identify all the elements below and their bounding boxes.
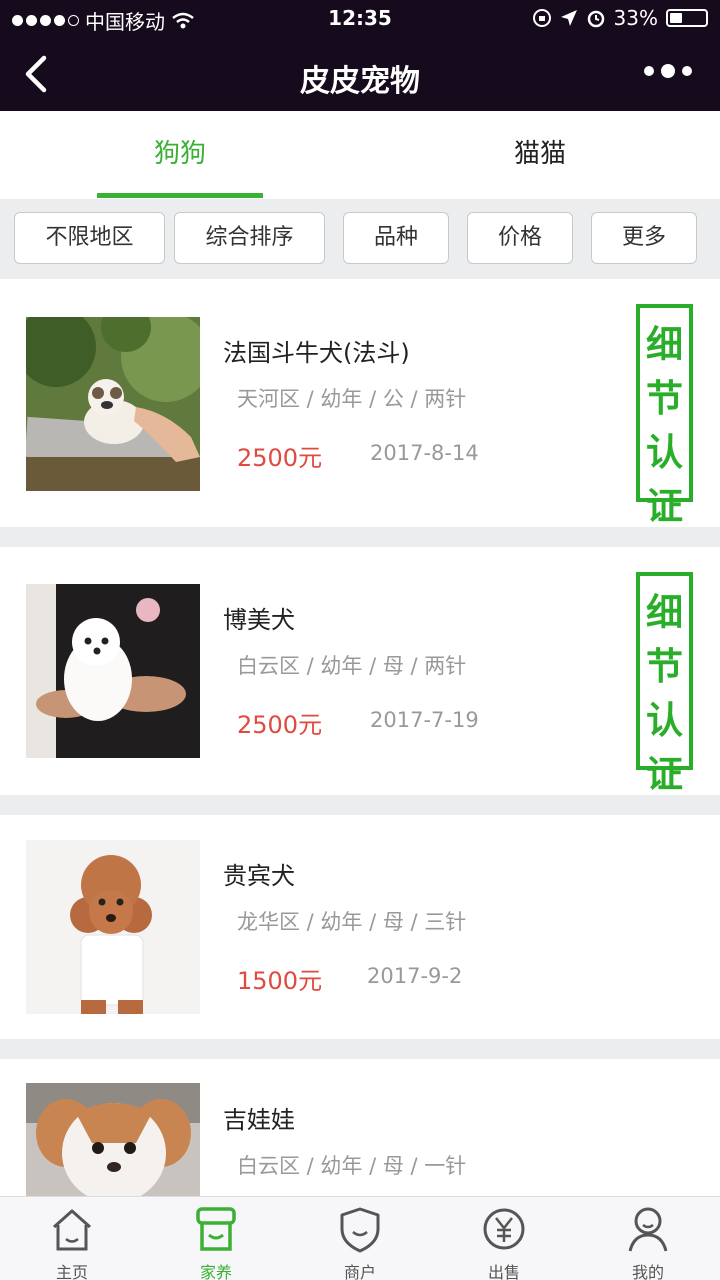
location-icon (560, 10, 577, 26)
pet-photo (26, 840, 200, 1014)
pet-meta: 天河区 / 幼年 / 公 / 两针 (237, 387, 467, 411)
pet-name: 贵宾犬 (223, 862, 295, 890)
post-date: 2017-9-2 (367, 964, 463, 988)
status-bar: 中国移动 12:35 33% (0, 0, 720, 36)
category-tabs: 狗狗 猫猫 (0, 111, 720, 199)
post-date: 2017-7-19 (370, 708, 479, 732)
pet-name: 博美犬 (223, 606, 295, 634)
bottom-tab-bar: 主页 家养 商户 出售 我的 (0, 1196, 720, 1280)
pet-photo (26, 317, 200, 491)
tabbar-label: 出售 (487, 1263, 520, 1280)
tabbar-item-sell[interactable]: 出售 (432, 1197, 576, 1280)
post-date: 2017-8-14 (370, 441, 479, 465)
tabbar-label: 商户 (343, 1263, 376, 1280)
battery-percent: 33% (613, 6, 658, 30)
tabbar-item-me[interactable]: 我的 (576, 1197, 720, 1280)
home-icon (53, 1209, 91, 1251)
badge-char: 证 (646, 485, 683, 528)
tab-dogs[interactable]: 狗狗 (0, 111, 360, 199)
tabbar-item-home[interactable]: 主页 (0, 1197, 144, 1280)
pet-photo (26, 1083, 200, 1196)
listing-card[interactable]: 吉娃娃 白云区 / 幼年 / 母 / 一针 (0, 1059, 720, 1196)
pet-price: 2500元 (237, 711, 323, 739)
rotation-lock-icon (532, 9, 551, 27)
filter-sort[interactable]: 综合排序 (174, 212, 325, 264)
filter-region[interactable]: 不限地区 (14, 212, 165, 264)
tabbar-label: 家养 (199, 1263, 232, 1280)
listing-card[interactable]: 法国斗牛犬(法斗) 天河区 / 幼年 / 公 / 两针 2500元 2017-8… (0, 279, 720, 528)
page-title: 皮皮宠物 (300, 64, 420, 99)
filter-bar: 不限地区 综合排序 品种 价格 更多 (0, 199, 720, 278)
badge-char: 细 (646, 323, 683, 366)
status-right: 33% (532, 6, 708, 30)
badge-char: 认 (646, 699, 683, 742)
yen-icon (483, 1208, 525, 1250)
tabbar-item-merchants[interactable]: 商户 (288, 1197, 432, 1280)
tabbar-label: 主页 (55, 1263, 88, 1280)
verified-badge: 细 节 认 证 (636, 304, 693, 528)
alarm-icon (587, 10, 604, 28)
filter-price[interactable]: 价格 (467, 212, 573, 264)
pet-photo (26, 584, 200, 758)
pet-name: 吉娃娃 (223, 1106, 295, 1134)
shield-icon (340, 1207, 380, 1253)
listing-card[interactable]: 博美犬 白云区 / 幼年 / 母 / 两针 2500元 2017-7-19 细 … (0, 547, 720, 796)
nav-bar: 皮皮宠物 (0, 36, 720, 111)
filter-breed[interactable]: 品种 (343, 212, 449, 264)
badge-char: 细 (646, 591, 683, 634)
pet-price: 1500元 (237, 967, 323, 995)
pet-meta: 白云区 / 幼年 / 母 / 一针 (237, 1154, 467, 1178)
shop-icon (196, 1207, 236, 1251)
battery-icon (666, 9, 708, 27)
pet-meta: 龙华区 / 幼年 / 母 / 三针 (237, 910, 467, 934)
tab-indicator (97, 193, 263, 198)
tab-cats[interactable]: 猫猫 (360, 111, 720, 199)
verified-badge: 细 节 认 证 (636, 572, 693, 796)
badge-char: 节 (646, 377, 683, 420)
badge-char: 证 (646, 753, 683, 796)
user-icon (628, 1207, 668, 1252)
badge-char: 节 (646, 645, 683, 688)
filter-more[interactable]: 更多 (591, 212, 697, 264)
tabbar-label: 我的 (631, 1263, 664, 1280)
pet-name: 法国斗牛犬(法斗) (223, 339, 410, 367)
badge-char: 认 (646, 431, 683, 474)
pet-price: 2500元 (237, 444, 323, 472)
tabbar-item-home-raised[interactable]: 家养 (144, 1197, 288, 1280)
more-icon[interactable] (644, 64, 692, 78)
listing-card[interactable]: 贵宾犬 龙华区 / 幼年 / 母 / 三针 1500元 2017-9-2 (0, 815, 720, 1039)
pet-meta: 白云区 / 幼年 / 母 / 两针 (237, 654, 467, 678)
